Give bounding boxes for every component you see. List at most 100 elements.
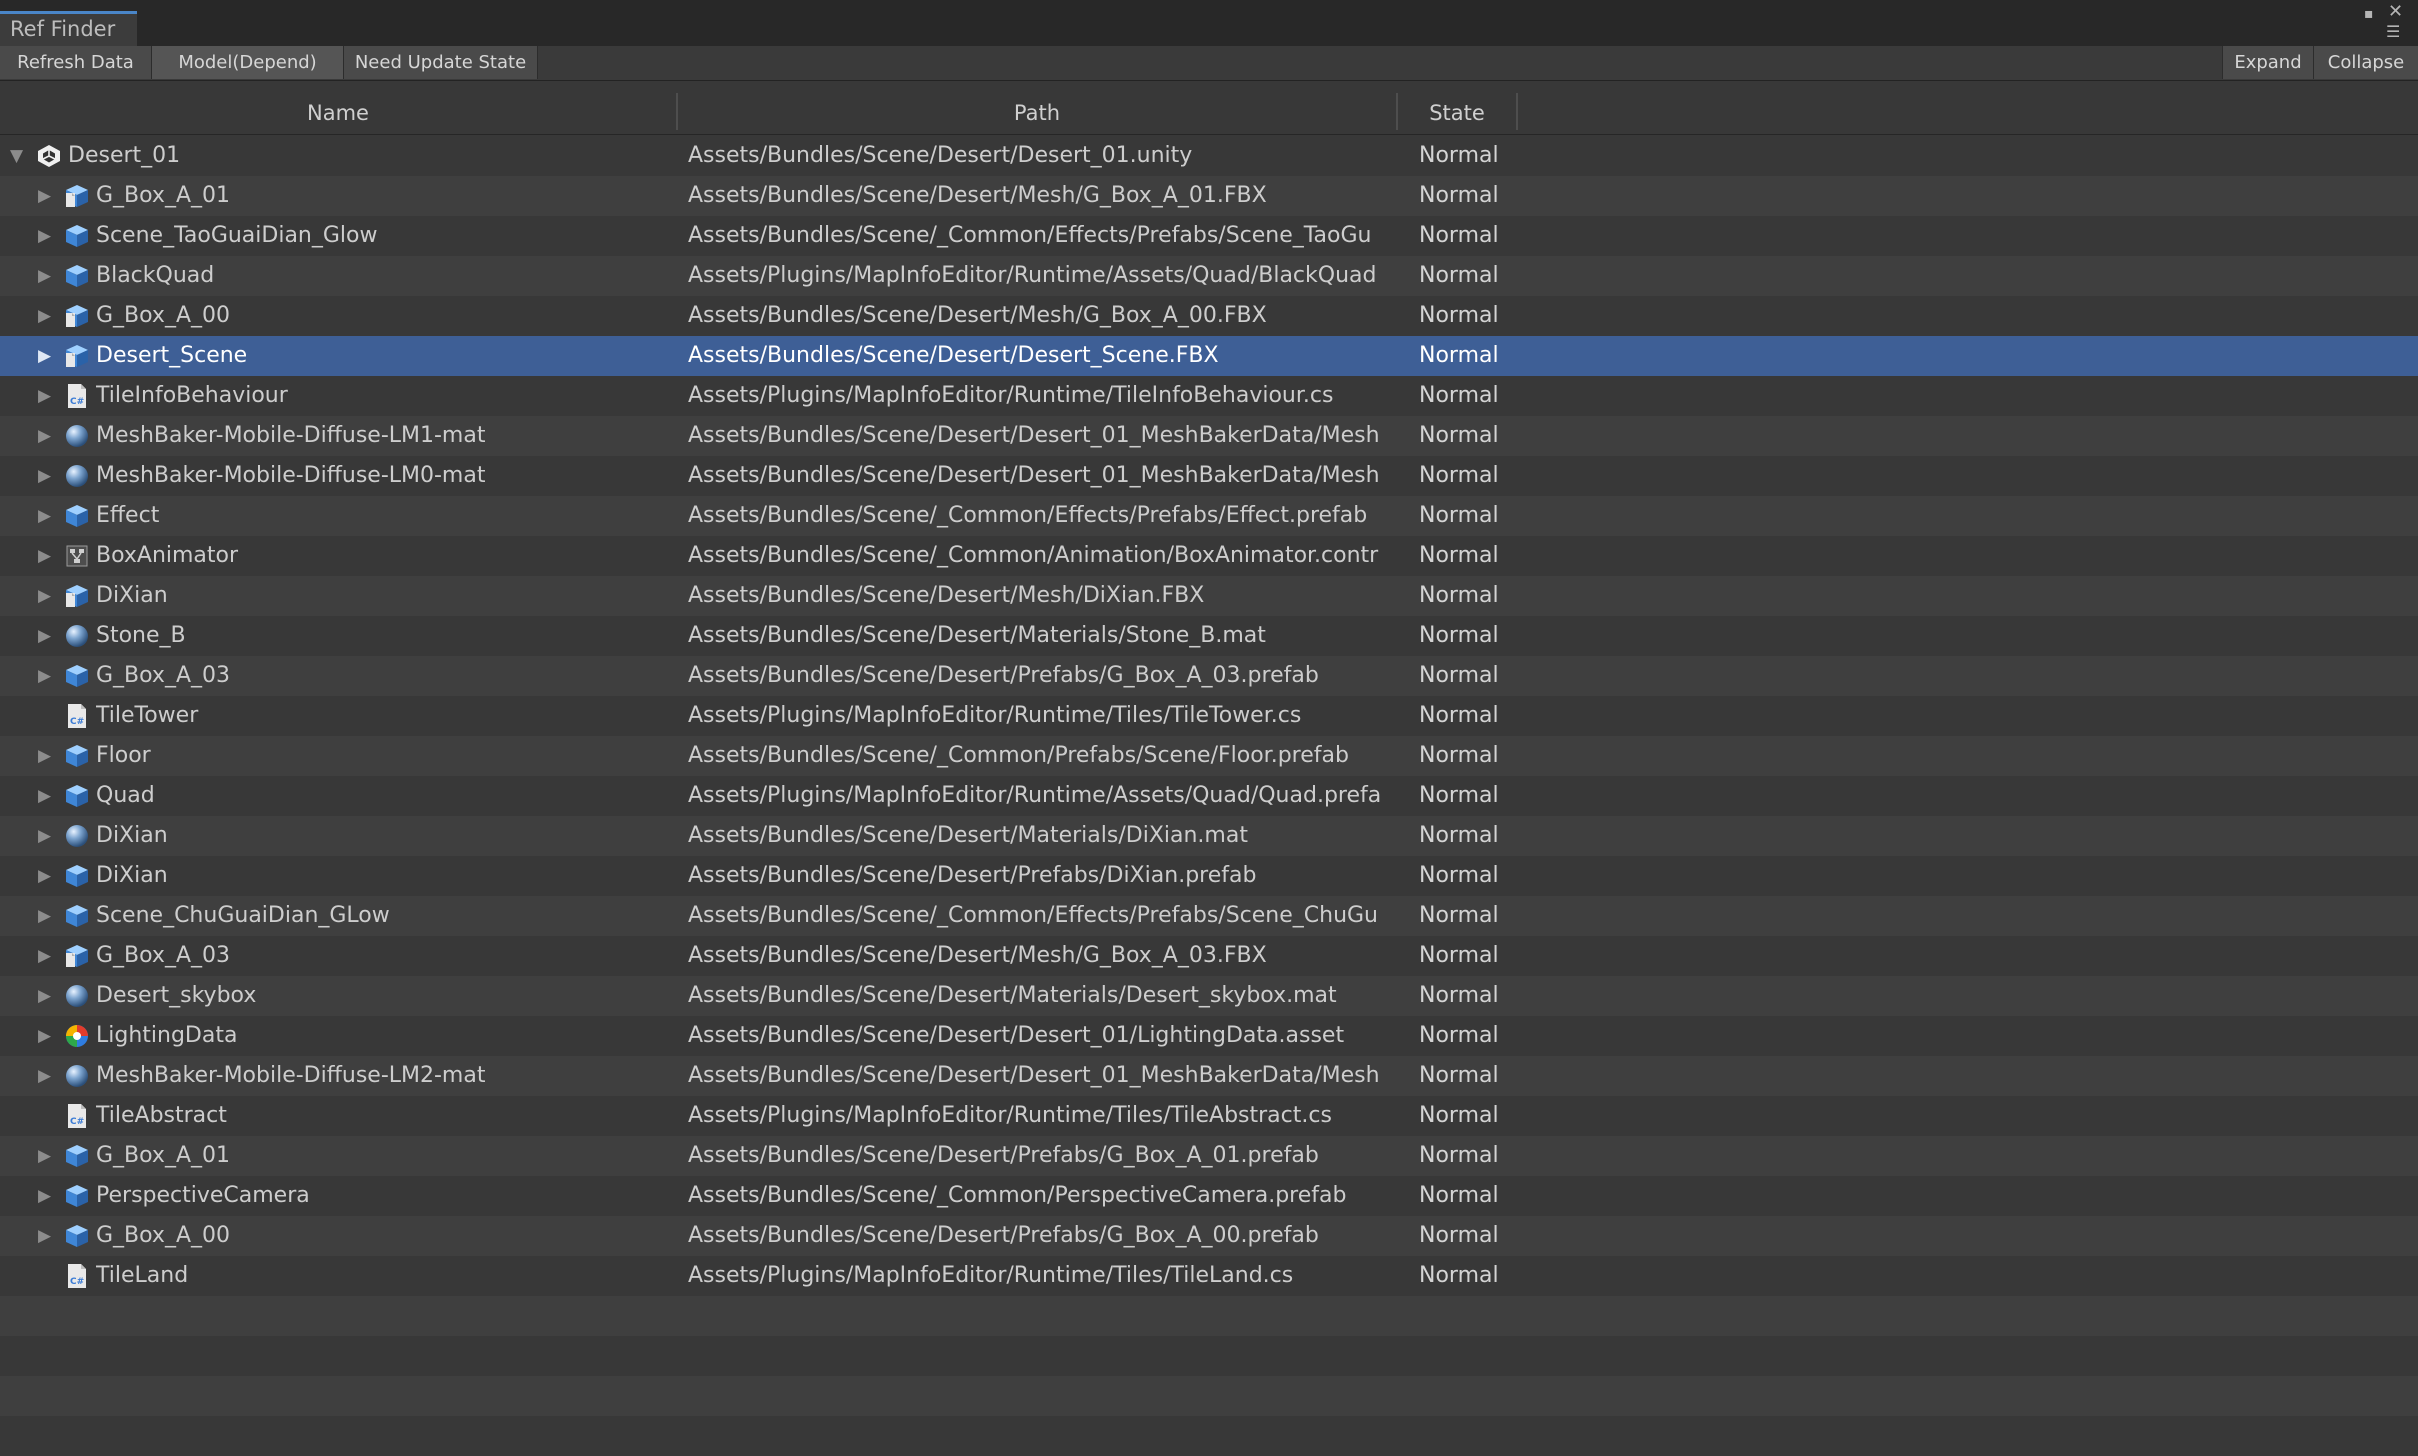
tree-row[interactable]: ▶ G_Box_A_00 Assets/Bundles/Scene/Desert/P…: [0, 1216, 2418, 1256]
prefab-cube-icon: [64, 1223, 90, 1249]
unity-scene-icon: [36, 143, 62, 169]
collapsed-arrow-icon[interactable]: ▶: [38, 416, 51, 456]
tree-row[interactable]: ▶ MeshBaker-Mobile-Diffuse-LM1-mat Assets/…: [0, 416, 2418, 456]
tree-row[interactable]: ▶ C# TileInfoBehaviour Assets/Plugins/MapIn…: [0, 376, 2418, 416]
collapsed-arrow-icon[interactable]: ▶: [38, 296, 51, 336]
row-state: Normal: [1419, 543, 1499, 568]
column-resize-handle[interactable]: [1516, 93, 1518, 130]
svg-text:C#: C#: [70, 397, 84, 407]
column-header-name[interactable]: Name: [0, 87, 676, 134]
row-path: Assets/Bundles/Scene/Desert/Desert_01_Me…: [688, 423, 1380, 448]
row-path: Assets/Bundles/Scene/Desert/Materials/Di…: [688, 823, 1248, 848]
collapsed-arrow-icon[interactable]: ▶: [38, 536, 51, 576]
row-name: Desert_01: [68, 143, 181, 168]
tree-row[interactable]: ▶ G_Box_A_01 Assets/Bundles/Scene/Desert/P…: [0, 1136, 2418, 1176]
row-name: DiXian: [96, 583, 168, 608]
row-name: Scene_TaoGuaiDian_Glow: [96, 223, 378, 248]
prefab-cube-icon: [64, 663, 90, 689]
collapsed-arrow-icon[interactable]: ▶: [38, 1056, 51, 1096]
tab-ref-finder[interactable]: Ref Finder: [0, 11, 138, 46]
collapsed-arrow-icon[interactable]: ▶: [38, 576, 51, 616]
collapsed-arrow-icon[interactable]: ▶: [38, 856, 51, 896]
collapsed-arrow-icon[interactable]: ▶: [38, 976, 51, 1016]
collapsed-arrow-icon[interactable]: ▶: [38, 616, 51, 656]
tree-row[interactable]: ▶ MeshBaker-Mobile-Diffuse-LM2-mat Assets/…: [0, 1056, 2418, 1096]
tree-row[interactable]: ▶ Stone_B Assets/Bundles/Scene/Desert/Mate…: [0, 616, 2418, 656]
tree-row[interactable]: ▶ G_Box_A_03 Assets/Bundles/Scene/Desert/P…: [0, 656, 2418, 696]
row-name: Scene_ChuGuaiDian_GLow: [96, 903, 390, 928]
window-menu-icon[interactable]: ☰: [2386, 22, 2400, 42]
collapsed-arrow-icon[interactable]: ▶: [38, 1176, 51, 1216]
collapsed-arrow-icon[interactable]: ▶: [38, 736, 51, 776]
row-path: Assets/Bundles/Scene/Desert/Mesh/G_Box_A…: [688, 303, 1267, 328]
tree-row[interactable]: ▶ BlackQuad Assets/Plugins/MapInfoEditor/R…: [0, 256, 2418, 296]
row-name: Effect: [96, 503, 160, 528]
tree-row[interactable]: ▼ Desert_01 Assets/Bundles/Scene/Desert/De…: [0, 136, 2418, 176]
tree-row[interactable]: ▶ Desert_skybox Assets/Bundles/Scene/Deser…: [0, 976, 2418, 1016]
need-update-state-button[interactable]: Need Update State: [344, 46, 538, 79]
tree-row[interactable]: ▶ MeshBaker-Mobile-Diffuse-LM0-mat Assets/…: [0, 456, 2418, 496]
collapsed-arrow-icon[interactable]: ▶: [38, 656, 51, 696]
row-path: Assets/Bundles/Scene/Desert/Desert_01_Me…: [688, 463, 1380, 488]
expanded-arrow-icon[interactable]: ▼: [10, 136, 23, 176]
tree-row[interactable]: ▶ DiXian Assets/Bundles/Scene/Desert/Prefa…: [0, 856, 2418, 896]
collapsed-arrow-icon[interactable]: ▶: [38, 776, 51, 816]
row-name: MeshBaker-Mobile-Diffuse-LM1-mat: [96, 423, 486, 448]
tree-row[interactable]: ▶ DiXian Assets/Bundles/Scene/Desert/Mesh/…: [0, 576, 2418, 616]
row-path: Assets/Bundles/Scene/Desert/Desert_01_Me…: [688, 1063, 1380, 1088]
collapsed-arrow-icon[interactable]: ▶: [38, 936, 51, 976]
row-name: G_Box_A_00: [96, 1223, 230, 1248]
row-state: Normal: [1419, 943, 1499, 968]
collapsed-arrow-icon[interactable]: ▶: [38, 176, 51, 216]
column-header: Name Path State: [0, 87, 2418, 135]
collapsed-arrow-icon[interactable]: ▶: [38, 816, 51, 856]
tree-row[interactable]: ▶ G_Box_A_03 Assets/Bundles/Scene/Desert/M…: [0, 936, 2418, 976]
svg-text:C#: C#: [70, 1117, 84, 1127]
csharp-script-icon: C#: [64, 703, 90, 729]
row-state: Normal: [1419, 183, 1499, 208]
tree-row[interactable]: ▶ G_Box_A_01 Assets/Bundles/Scene/Desert/M…: [0, 176, 2418, 216]
row-path: Assets/Bundles/Scene/_Common/Prefabs/Sce…: [688, 743, 1349, 768]
tree-row[interactable]: ▶ Scene_TaoGuaiDian_Glow Assets/Bundles/Sc…: [0, 216, 2418, 256]
collapsed-arrow-icon[interactable]: ▶: [38, 496, 51, 536]
close-icon[interactable]: ✕: [2388, 2, 2403, 22]
row-path: Assets/Plugins/MapInfoEditor/Runtime/Til…: [688, 703, 1302, 728]
model-depend-button[interactable]: Model(Depend): [152, 46, 344, 79]
tree-row[interactable]: ▶ G_Box_A_00 Assets/Bundles/Scene/Desert/M…: [0, 296, 2418, 336]
tree-row[interactable]: C# TileTower Assets/Plugins/MapInfoEditor/…: [0, 696, 2418, 736]
tree-row[interactable]: ▶ Effect Assets/Bundles/Scene/_Common/Effe…: [0, 496, 2418, 536]
tree-row[interactable]: ▶ Desert_Scene Assets/Bundles/Scene/Desert…: [0, 336, 2418, 376]
collapsed-arrow-icon[interactable]: ▶: [38, 1216, 51, 1256]
tree-row[interactable]: C# TileLand Assets/Plugins/MapInfoEditor/R…: [0, 1256, 2418, 1296]
collapsed-arrow-icon[interactable]: ▶: [38, 376, 51, 416]
collapsed-arrow-icon[interactable]: ▶: [38, 1136, 51, 1176]
row-state: Normal: [1419, 703, 1499, 728]
tree-row[interactable]: C# TileAbstract Assets/Plugins/MapInfoEdit…: [0, 1096, 2418, 1136]
column-header-path[interactable]: Path: [678, 87, 1396, 134]
tree-row[interactable]: ▶ Scene_ChuGuaiDian_GLow Assets/Bundles/Sc…: [0, 896, 2418, 936]
tree-row[interactable]: ▶ PerspectiveCamera Assets/Bundles/Scene/_…: [0, 1176, 2418, 1216]
tree-row[interactable]: ▶ Floor Assets/Bundles/Scene/_Common/Prefa…: [0, 736, 2418, 776]
collapsed-arrow-icon[interactable]: ▶: [38, 256, 51, 296]
refresh-data-button[interactable]: Refresh Data: [0, 46, 152, 79]
tree-row[interactable]: ▶ BoxAnimator Assets/Bundles/Scene/_Common…: [0, 536, 2418, 576]
tree-row[interactable]: ▶ LightingData Assets/Bundles/Scene/Desert…: [0, 1016, 2418, 1056]
maximize-icon[interactable]: ▪: [2364, 4, 2374, 24]
tree-row[interactable]: ▶ Quad Assets/Plugins/MapInfoEditor/Runtim…: [0, 776, 2418, 816]
collapsed-arrow-icon[interactable]: ▶: [38, 216, 51, 256]
collapse-button[interactable]: Collapse: [2314, 46, 2418, 79]
collapsed-arrow-icon[interactable]: ▶: [38, 456, 51, 496]
column-header-state[interactable]: State: [1398, 87, 1516, 134]
collapsed-arrow-icon[interactable]: ▶: [38, 336, 51, 376]
row-name: G_Box_A_00: [96, 303, 230, 328]
csharp-script-icon: C#: [64, 383, 90, 409]
animator-controller-icon: [64, 543, 90, 569]
prefab-cube-icon: [64, 223, 90, 249]
collapsed-arrow-icon[interactable]: ▶: [38, 1016, 51, 1056]
prefab-cube-icon: [64, 863, 90, 889]
tree-row[interactable]: ▶ DiXian Assets/Bundles/Scene/Desert/Mater…: [0, 816, 2418, 856]
material-sphere-icon: [64, 823, 90, 849]
collapsed-arrow-icon[interactable]: ▶: [38, 896, 51, 936]
toolbar: Refresh Data Model(Depend) Need Update S…: [0, 46, 2418, 81]
expand-button[interactable]: Expand: [2222, 46, 2314, 79]
